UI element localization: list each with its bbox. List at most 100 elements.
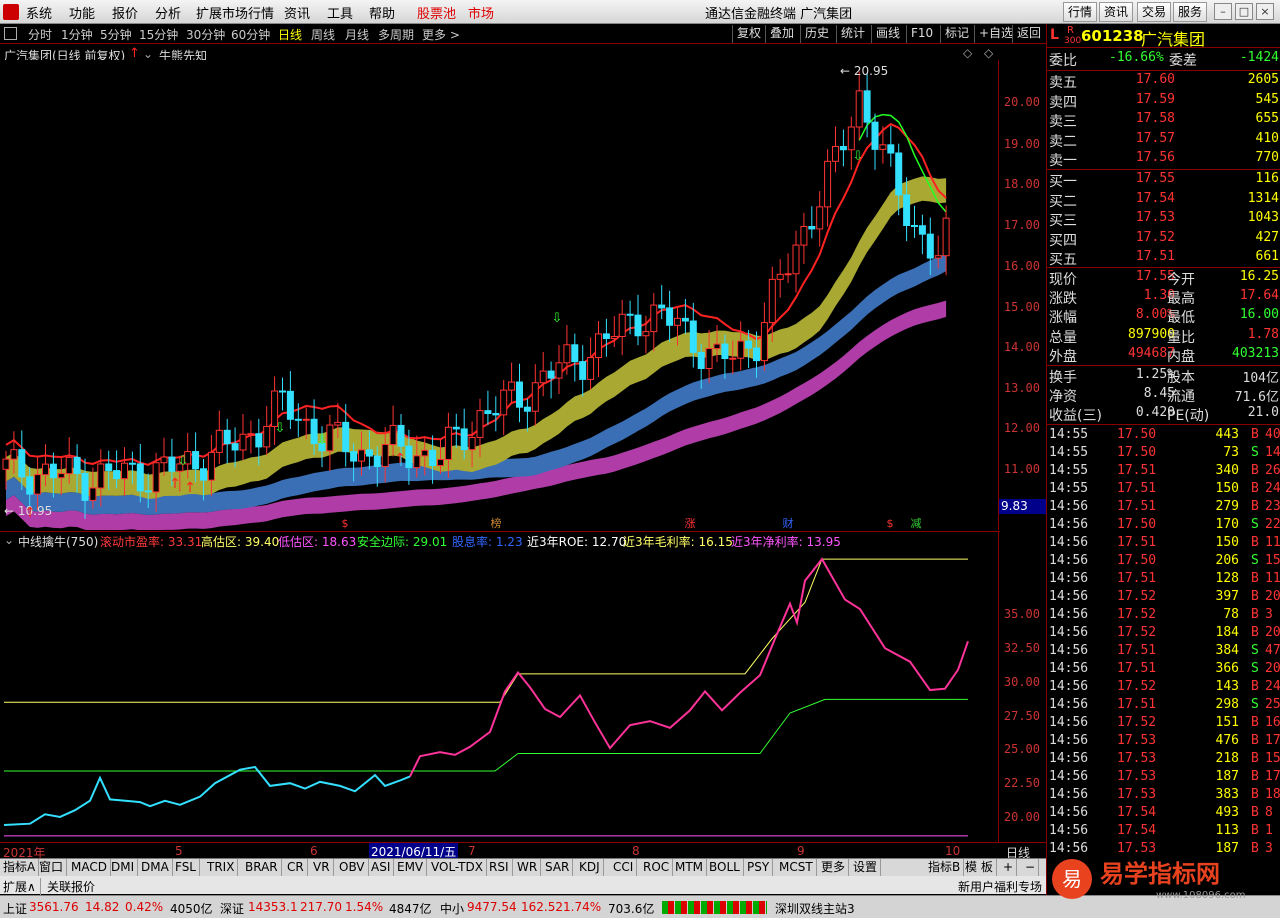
menu-quote[interactable]: 报价 [112,3,138,22]
back-button[interactable]: 返回 [1012,25,1045,43]
indicator-tab[interactable]: BOLL [706,859,744,876]
dropdown-icon[interactable]: ⌄ [143,47,153,61]
history-button[interactable]: 历史 [800,25,833,43]
candle-body [531,382,539,412]
period-60min[interactable]: 60分钟 [231,26,270,43]
tick-direction: S [1251,517,1259,532]
indicator-tab[interactable]: TRIX [204,859,239,876]
indicator-tab[interactable]: ASI [368,859,395,876]
bid-row-price: 17.52 [1135,229,1175,245]
period-weekly[interactable]: 周线 [311,26,335,43]
menu-market[interactable]: 市场 [468,3,494,22]
indicator-tab[interactable]: 指标A [0,859,40,876]
indicator-tab-right[interactable]: 指标B [925,859,965,876]
period-daily[interactable]: 日线 [278,26,302,43]
server-name[interactable]: 深圳双线主站3 [775,900,855,917]
tick-count: 3 [1265,841,1273,856]
indicator-tab[interactable]: 窗口 [36,859,68,876]
bid-row: 买四 17.52 427 [1047,230,1280,249]
related-quote-button[interactable]: 关联报价 [47,878,95,895]
menu-stock-pool[interactable]: 股票池 [417,3,456,22]
menu-help[interactable]: 帮助 [369,3,395,22]
indicator-tab[interactable]: PSY [744,859,774,876]
tick-row: 14:56 17.50 206 S 15 [1047,553,1280,571]
candle-body [160,456,168,464]
menu-extended-market[interactable]: 扩展市场行情 [196,3,274,22]
indicator-tab[interactable]: VOL-TDX [428,859,487,876]
f10-button[interactable]: F10 [906,25,937,43]
period-more[interactable]: 更多 > [422,26,460,43]
candle-body [89,487,97,501]
nav-news-button[interactable]: 资讯 [1099,2,1133,22]
promo-ticker[interactable]: 新用户福利专场 福利专场福利专场 [958,878,1046,895]
diamond-icon[interactable]: ◇ [963,46,972,60]
close-icon[interactable]: × [1256,3,1274,20]
nav-service-button[interactable]: 服务 [1173,2,1207,22]
indicator-tab[interactable]: RSI [486,859,513,876]
indicator-tab[interactable]: MACD [68,859,111,876]
period-30min[interactable]: 30分钟 [186,26,225,43]
kline-chart[interactable]: ← 20.95← 10.95↑ ↑↑↑⇩⇩⇩⇩⇩$ 榜涨财 $ 减 [0,60,1000,530]
indicator-tab[interactable]: WR [514,859,542,876]
mark-button[interactable]: 标记 [940,25,973,43]
zx-index-name: 中小 [440,902,465,916]
indicator-tab-right[interactable]: − [1022,859,1040,876]
maximize-icon[interactable]: □ [1235,3,1253,20]
indicator-tab-right[interactable]: 模 板 [962,859,997,876]
zx-index-value: 9477.54 [467,900,517,914]
indicator-tab[interactable]: CCI [610,859,638,876]
indicator-tab[interactable]: 更多 [818,859,850,876]
period-5min[interactable]: 5分钟 [100,26,132,43]
indicator-tab[interactable]: SAR [542,859,574,876]
candle-body [539,370,547,384]
menu-news[interactable]: 资讯 [284,3,310,22]
indicator-tab[interactable]: KDJ [576,859,604,876]
date-label: 8 [632,844,640,858]
period-fenshi[interactable]: 分时 [28,26,52,43]
indicator-tab[interactable]: CR [284,859,308,876]
candle-body [650,304,658,333]
event-mark: $ [342,517,349,530]
menu-function[interactable]: 功能 [69,3,95,22]
candle-body [903,194,911,227]
nav-trade-button[interactable]: 交易 [1137,2,1171,22]
indicator-tab[interactable]: ROC [640,859,674,876]
add-favorite-button[interactable]: +自选 [974,25,1017,43]
period-multi[interactable]: 多周期 [378,26,414,43]
candle-body [760,322,768,362]
menu-system[interactable]: 系统 [26,3,52,22]
tick-time: 14:56 [1049,553,1089,568]
indicator-dropdown-icon[interactable]: ⌄ [4,533,14,547]
panel-toggle-icon[interactable] [4,27,17,40]
indicator-tab[interactable]: VR [310,859,334,876]
indicator-tab[interactable]: EMV [394,859,428,876]
minimize-icon[interactable]: – [1214,3,1232,20]
stats-button[interactable]: 统计 [836,25,869,43]
indicator-tab[interactable]: OBV [336,859,369,876]
period-15min[interactable]: 15分钟 [139,26,178,43]
draw-line-button[interactable]: 画线 [871,25,904,43]
fuquan-button[interactable]: 复权 [732,25,765,43]
diamond-icon-2[interactable]: ◇ [984,46,993,60]
tick-time: 14:55 [1049,445,1089,460]
zx-index-change: 162.52 [521,900,563,914]
candle-body [18,449,26,478]
indicator-tab[interactable]: MTM [672,859,708,876]
expand-button[interactable]: 扩展∧ [3,878,41,895]
indicator-tab[interactable]: MCST [776,859,817,876]
period-monthly[interactable]: 月线 [345,26,369,43]
indicator-tab-right[interactable]: + [1000,859,1018,876]
menu-analysis[interactable]: 分析 [155,3,181,22]
indicator-tab[interactable]: BRAR [242,859,282,876]
overlay-button[interactable]: 叠加 [765,25,798,43]
tick-time: 14:56 [1049,643,1089,658]
period-1min[interactable]: 1分钟 [61,26,93,43]
tick-price: 17.50 [1117,445,1157,460]
nav-quote-button[interactable]: 行情 [1063,2,1097,22]
indicator-tab[interactable]: 设置 [850,859,882,876]
indicator-tab[interactable]: FSL [172,859,200,876]
menu-tools[interactable]: 工具 [327,3,353,22]
indicator-tab[interactable]: DMI [108,859,139,876]
indicator-tab[interactable]: DMA [138,859,173,876]
indicator-chart[interactable] [0,548,1000,842]
